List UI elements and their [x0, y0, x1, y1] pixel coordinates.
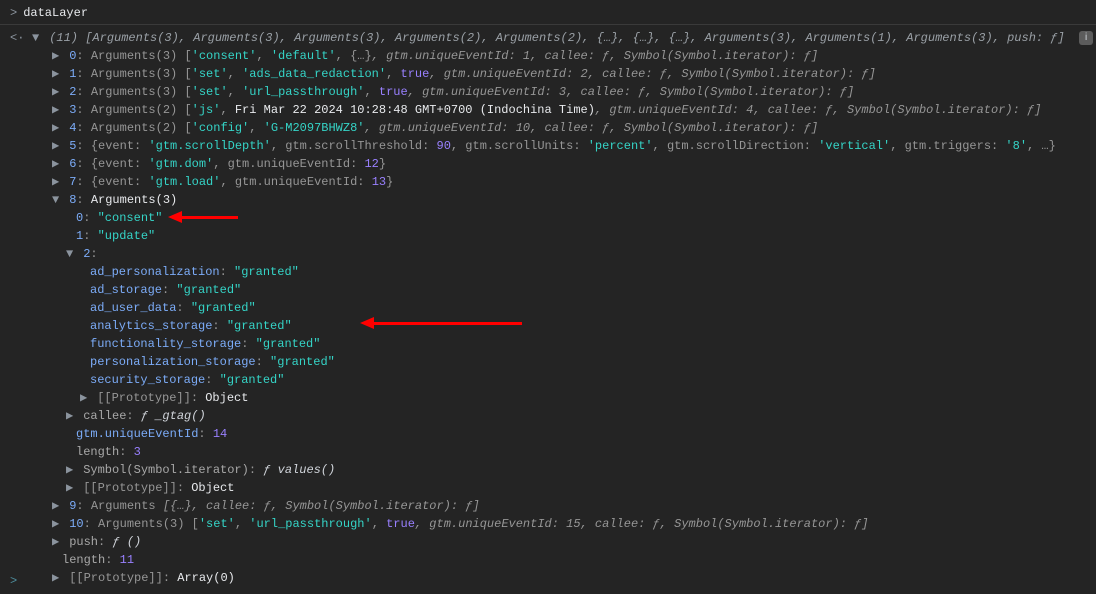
caret-right-icon[interactable]: ▶ [52, 101, 62, 119]
array-item-0[interactable]: ▶ 0: Arguments(3) ['consent', 'default',… [10, 47, 1088, 65]
array-item-1[interactable]: ▶ 1: Arguments(3) ['set', 'ads_data_reda… [10, 65, 1088, 83]
array-length-row[interactable]: length: 11 [10, 551, 1088, 569]
array-item-8[interactable]: ▼ 8: Arguments(3) [10, 191, 1088, 209]
caret-down-icon[interactable]: ▼ [52, 191, 62, 209]
caret-right-icon[interactable]: ▶ [52, 155, 62, 173]
args8-key-0[interactable]: 0: "consent" [10, 209, 1088, 227]
consent-functionality-storage[interactable]: functionality_storage: "granted" [10, 335, 1088, 353]
array-item-4[interactable]: ▶ 4: Arguments(2) ['config', 'G-M2097BHW… [10, 119, 1088, 137]
unique-event-id-row[interactable]: gtm.uniqueEventId: 14 [10, 425, 1088, 443]
array-item-5[interactable]: ▶ 5: {event: 'gtm.scrollDepth', gtm.scro… [10, 137, 1088, 155]
callee-row[interactable]: ▶ callee: ƒ _gtag() [10, 407, 1088, 425]
caret-right-icon[interactable]: ▶ [52, 119, 62, 137]
symbol-iterator-row[interactable]: ▶ Symbol(Symbol.iterator): ƒ values() [10, 461, 1088, 479]
caret-right-icon[interactable]: ▶ [66, 479, 76, 497]
array-item-2[interactable]: ▶ 2: Arguments(3) ['set', 'url_passthrou… [10, 83, 1088, 101]
console-input-line[interactable]: > dataLayer [0, 0, 1096, 25]
args8-key-2[interactable]: ▼ 2: [10, 245, 1088, 263]
info-badge[interactable]: i [1079, 31, 1093, 45]
caret-right-icon[interactable]: ▶ [52, 83, 62, 101]
caret-down-icon[interactable]: ▼ [32, 29, 42, 47]
array-summary-row[interactable]: ▼ (11) [Arguments(3), Arguments(3), Argu… [10, 29, 1088, 47]
consent-security-storage[interactable]: security_storage: "granted" [10, 371, 1088, 389]
console-output: <· ▼ (11) [Arguments(3), Arguments(3), A… [0, 25, 1096, 591]
caret-right-icon[interactable]: ▶ [52, 515, 62, 533]
caret-right-icon[interactable]: ▶ [80, 389, 90, 407]
caret-right-icon[interactable]: ▶ [52, 137, 62, 155]
consent-ad-storage[interactable]: ad_storage: "granted" [10, 281, 1088, 299]
caret-right-icon[interactable]: ▶ [52, 65, 62, 83]
consent-personalization-storage[interactable]: personalization_storage: "granted" [10, 353, 1088, 371]
array-item-9[interactable]: ▶ 9: Arguments [{…}, callee: ƒ, Symbol(S… [10, 497, 1088, 515]
output-marker-icon: <· [10, 29, 24, 47]
caret-down-icon[interactable]: ▼ [66, 245, 76, 263]
prototype-row[interactable]: ▶ [[Prototype]]: Object [10, 389, 1088, 407]
array-item-3[interactable]: ▶ 3: Arguments(2) ['js', Fri Mar 22 2024… [10, 101, 1088, 119]
chevron-right-icon: > [10, 6, 17, 20]
array-item-7[interactable]: ▶ 7: {event: 'gtm.load', gtm.uniqueEvent… [10, 173, 1088, 191]
consent-ad-personalization[interactable]: ad_personalization: "granted" [10, 263, 1088, 281]
caret-right-icon[interactable]: ▶ [66, 407, 76, 425]
array-item-6[interactable]: ▶ 6: {event: 'gtm.dom', gtm.uniqueEventI… [10, 155, 1088, 173]
array-prototype-row[interactable]: ▶ [[Prototype]]: Array(0) [10, 569, 1088, 587]
caret-right-icon[interactable]: ▶ [52, 533, 62, 551]
input-expression: dataLayer [23, 6, 88, 20]
prototype-row[interactable]: ▶ [[Prototype]]: Object [10, 479, 1088, 497]
array-count: (11) [49, 31, 78, 45]
length-row[interactable]: length: 3 [10, 443, 1088, 461]
array-item-10[interactable]: ▶ 10: Arguments(3) ['set', 'url_passthro… [10, 515, 1088, 533]
caret-right-icon[interactable]: ▶ [52, 47, 62, 65]
consent-analytics-storage[interactable]: analytics_storage: "granted" [10, 317, 1088, 335]
caret-right-icon[interactable]: ▶ [52, 497, 62, 515]
args8-key-1[interactable]: 1: "update" [10, 227, 1088, 245]
push-row[interactable]: ▶ push: ƒ () [10, 533, 1088, 551]
consent-ad-user-data[interactable]: ad_user_data: "granted" [10, 299, 1088, 317]
caret-right-icon[interactable]: ▶ [66, 461, 76, 479]
console-prompt-icon[interactable]: > [10, 572, 17, 590]
caret-right-icon[interactable]: ▶ [52, 173, 62, 191]
caret-right-icon[interactable]: ▶ [52, 569, 62, 587]
